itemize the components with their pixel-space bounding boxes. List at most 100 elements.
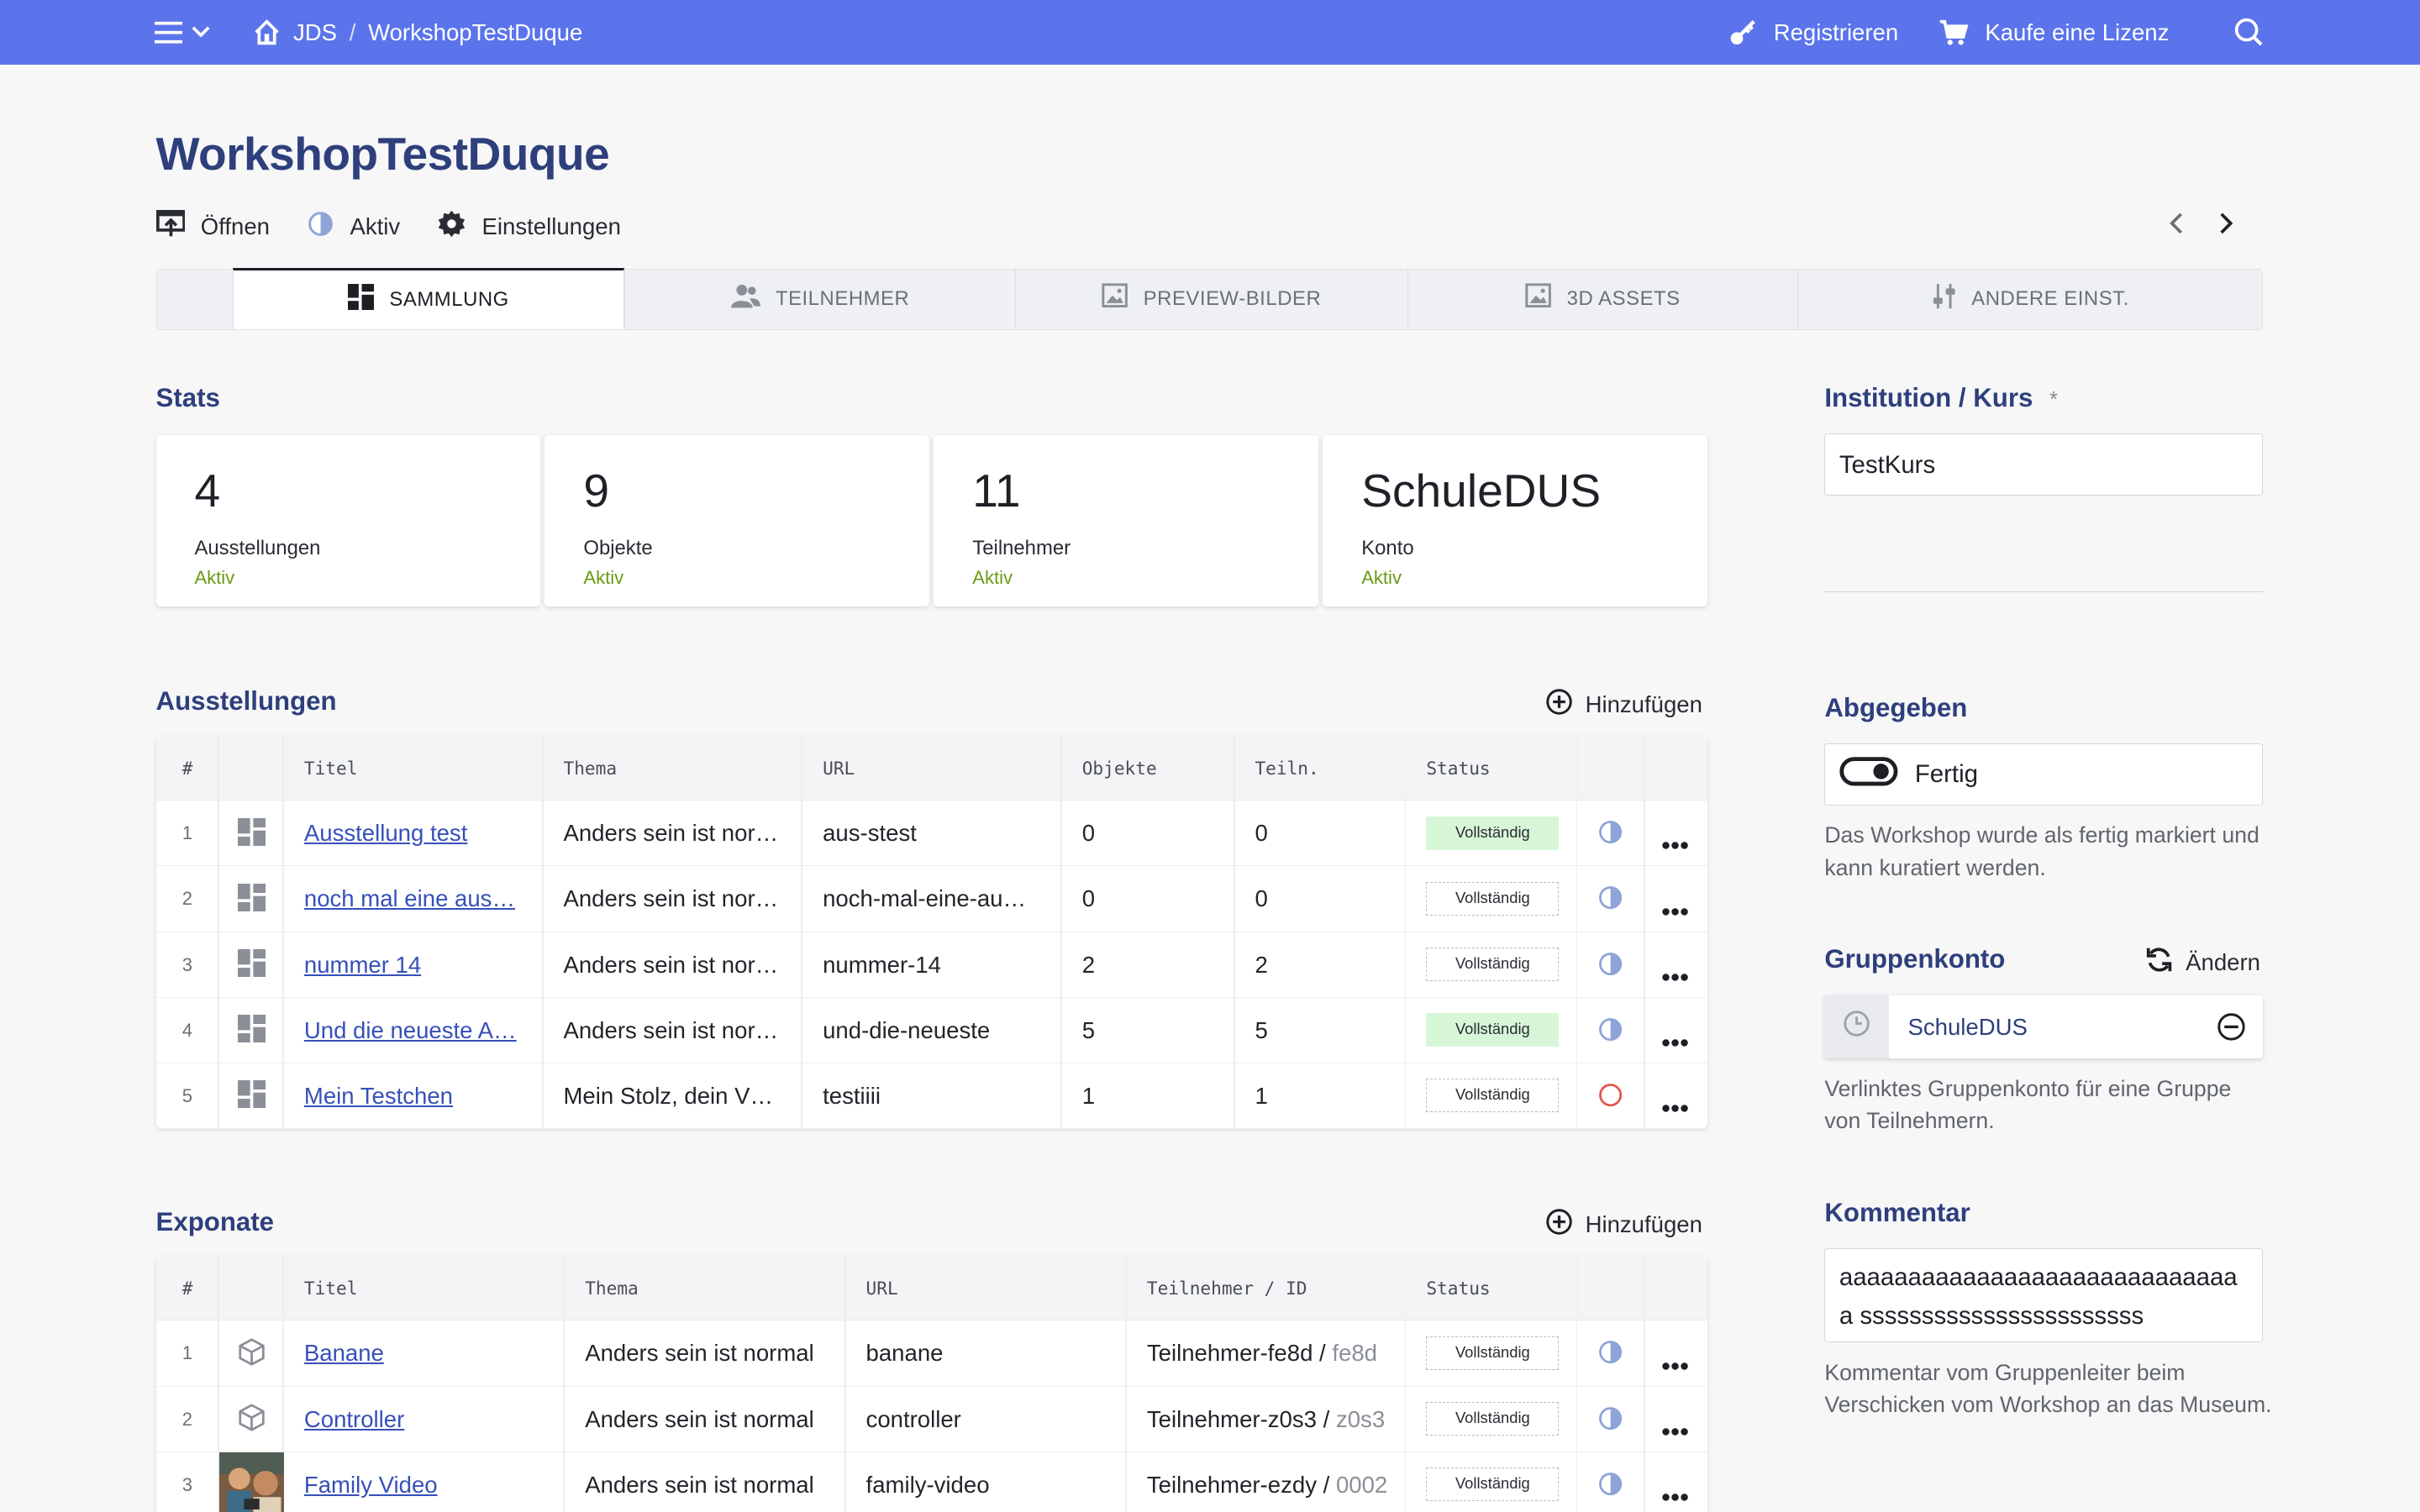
more-options-icon[interactable] — [1661, 960, 1689, 989]
submitted-label: Abgegeben — [1824, 692, 1968, 722]
add-label: Hinzufügen — [1585, 691, 1702, 718]
column-header[interactable]: Teilnehmer / ID — [1147, 1256, 1307, 1320]
participant-name: Teilnehmer-z0s3 — [1146, 1405, 1317, 1432]
participant-name: Teilnehmer-ezdy — [1146, 1471, 1317, 1498]
settings-button[interactable]: Einstellungen — [437, 209, 621, 244]
buy-license-button[interactable]: Kaufe eine Lizenz — [1939, 0, 2169, 65]
institution-input[interactable]: TestKurs — [1824, 433, 2264, 496]
plus-circle-icon — [1545, 1208, 1573, 1242]
grid-icon — [237, 817, 266, 853]
table-row[interactable]: 4 Und die neueste A… Anders sein ist nor… u… — [155, 998, 1707, 1063]
exhibits-table: # Titel Thema URL Teilnehmer / ID Status… — [155, 1256, 1707, 1512]
exhibition-title-link[interactable]: noch mal eine aus… — [304, 866, 515, 931]
tab-preview-bilder[interactable]: PREVIEW-BILDER — [1014, 267, 1407, 330]
empty-circle-icon[interactable] — [1597, 1082, 1623, 1115]
stat-value: 11 — [972, 465, 1021, 517]
register-label: Registrieren — [1773, 18, 1899, 45]
half-circle-icon[interactable] — [1597, 1405, 1623, 1438]
exhibit-title-link[interactable]: Family Video — [304, 1452, 438, 1512]
half-circle-icon[interactable] — [1597, 1339, 1623, 1372]
chevron-right-icon[interactable] — [2218, 213, 2233, 241]
tab-andere-einstellungen[interactable]: ANDERE EINST. — [1797, 267, 2262, 330]
half-circle-icon[interactable] — [1597, 819, 1623, 852]
table-row[interactable]: 3 nummer 14 Anders sein ist nor… nummer-14 2… — [155, 932, 1707, 998]
tab-teilnehmer[interactable]: TEILNEHMER — [624, 267, 1015, 330]
table-row[interactable]: 5 Mein Testchen Mein Stolz, dein V… testiii… — [155, 1063, 1707, 1129]
column-header[interactable]: Titel — [304, 1256, 358, 1320]
remove-circle-icon[interactable] — [2217, 1012, 2246, 1048]
row-index: 2 — [182, 888, 193, 910]
status-badge: Vollständig — [1426, 1467, 1560, 1502]
column-header[interactable]: URL — [823, 736, 855, 801]
status-badge: Vollständig — [1426, 1401, 1560, 1436]
app-root: JDS / WorkshopTestDuque Registrieren Kau… — [0, 0, 2420, 1512]
institution-label-text: Institution / Kurs — [1824, 382, 2033, 412]
tab-3d-assets[interactable]: 3D ASSETS — [1407, 267, 1798, 330]
column-header[interactable]: URL — [866, 1256, 898, 1320]
participant-separator: / — [1316, 1471, 1336, 1498]
menu-toggle[interactable] — [154, 0, 210, 65]
grid-icon — [237, 883, 266, 918]
more-options-icon[interactable] — [1661, 1480, 1689, 1509]
exhibition-title-link[interactable]: Mein Testchen — [304, 1063, 453, 1128]
home-icon[interactable] — [253, 18, 281, 46]
status-badge: Vollständig — [1426, 947, 1560, 982]
table-row[interactable]: 2 Controller Anders sein ist normal control… — [155, 1387, 1707, 1452]
column-header[interactable]: Titel — [304, 736, 358, 801]
add-exhibition-button[interactable]: Hinzufügen — [1545, 688, 1702, 722]
exhibition-objects: 2 — [1081, 951, 1096, 978]
more-options-icon[interactable] — [1661, 1349, 1689, 1378]
more-options-icon[interactable] — [1661, 1026, 1689, 1054]
half-circle-icon[interactable] — [1597, 1016, 1623, 1049]
half-circle-icon[interactable] — [1597, 885, 1623, 917]
more-options-icon[interactable] — [1661, 895, 1689, 923]
breadcrumb-root[interactable]: JDS — [293, 19, 337, 46]
table-row[interactable]: 3 Family Video Anders sein ist normal famil… — [156, 1452, 1707, 1512]
photo-thumbnail — [218, 1452, 284, 1512]
add-exhibit-button[interactable]: Hinzufügen — [1545, 1208, 1702, 1242]
plus-circle-icon — [1545, 688, 1573, 722]
column-header[interactable]: Thema — [563, 736, 617, 801]
column-header[interactable]: Thema — [585, 1256, 639, 1320]
exhibition-url: und-die-neueste — [823, 1016, 991, 1043]
tab-label: TEILNEHMER — [775, 286, 910, 310]
exhibition-title-link[interactable]: Ausstellung test — [304, 801, 467, 865]
group-account-name[interactable]: SchuleDUS — [1908, 995, 2028, 1058]
chevron-left-icon[interactable] — [2169, 213, 2184, 241]
column-header[interactable]: Objekte — [1082, 736, 1157, 801]
search-button[interactable] — [2233, 0, 2265, 65]
institution-label: Institution / Kurs * — [1824, 383, 2058, 413]
exhibition-title-link[interactable]: nummer 14 — [304, 932, 421, 997]
toggle-switch-icon[interactable] — [1839, 756, 1898, 794]
exhibit-url: controller — [865, 1405, 961, 1432]
table-row[interactable]: 2 noch mal eine aus… Anders sein ist nor… n… — [155, 866, 1707, 932]
table-row[interactable]: 1 Banane Anders sein ist normal banane Teiln… — [155, 1320, 1707, 1387]
submitted-help-text: Das Workshop wurde als fertig markiert u… — [1824, 822, 2260, 881]
status-button[interactable]: Aktiv — [307, 210, 400, 244]
grid-icon — [237, 1079, 266, 1115]
stat-label: Teilnehmer — [972, 537, 1071, 560]
half-circle-icon[interactable] — [1597, 951, 1623, 984]
exhibition-objects: 5 — [1081, 1016, 1096, 1043]
column-header[interactable]: Status — [1426, 736, 1490, 801]
open-button[interactable]: Öffnen — [155, 209, 270, 244]
change-group-button[interactable]: Ändern — [2145, 946, 2260, 979]
tab-sammlung[interactable]: SAMMLUNG — [232, 267, 625, 330]
more-options-icon[interactable] — [1661, 1415, 1689, 1443]
breadcrumb-current[interactable]: WorkshopTestDuque — [368, 19, 582, 46]
exhibition-title-link[interactable]: Und die neueste A… — [304, 998, 517, 1063]
comment-textarea[interactable]: aaaaaaaaaaaaaaaaaaaaaaaaaaaaaa sssssssss… — [1824, 1248, 2264, 1343]
register-button[interactable]: Registrieren — [1728, 0, 1899, 65]
half-circle-icon[interactable] — [1597, 1471, 1623, 1504]
submitted-toggle-field[interactable]: Fertig — [1824, 743, 2264, 806]
stat-value: 4 — [194, 465, 221, 517]
exhibit-title-link[interactable]: Banane — [304, 1320, 384, 1385]
more-options-icon[interactable] — [1661, 1091, 1689, 1120]
tab-bar: SAMMLUNG TEILNEHMER PREVIEW-BILDER 3D AS… — [155, 267, 2264, 331]
column-header[interactable]: Status — [1426, 1256, 1490, 1320]
exhibit-title-link[interactable]: Controller — [304, 1387, 404, 1452]
more-options-icon[interactable] — [1661, 828, 1689, 857]
table-row[interactable]: 1 Ausstellung test Anders sein ist nor… aus… — [155, 801, 1707, 867]
column-header[interactable]: Teiln. — [1255, 736, 1318, 801]
exhibit-theme: Anders sein ist normal — [585, 1471, 814, 1498]
